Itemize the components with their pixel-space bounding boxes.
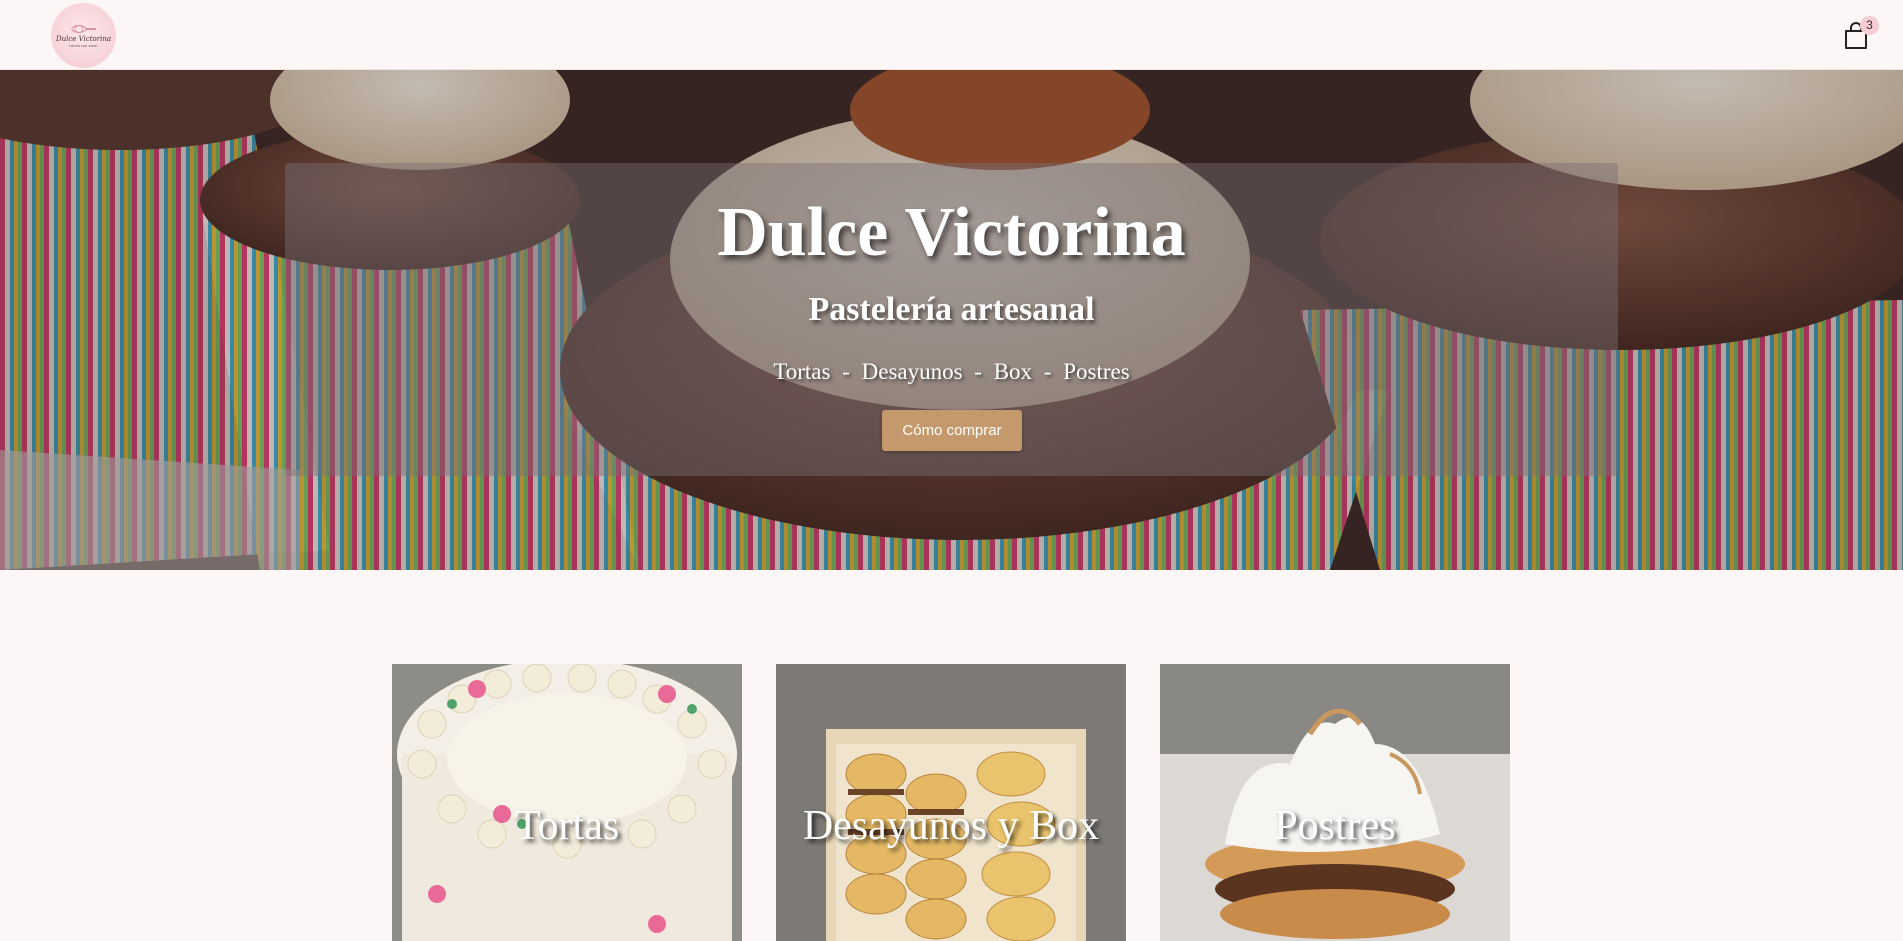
hero-categories-line: Tortas - Desayunos - Box - Postres — [773, 359, 1130, 384]
logo-name: Dulce Victorina — [55, 34, 112, 43]
cart-button[interactable]: 3 — [1841, 16, 1879, 52]
category-card-desayunos-box[interactable]: Desayunos y Box — [776, 664, 1126, 941]
hero-subtitle: Pastelería artesanal — [808, 291, 1095, 328]
category-card-postres[interactable]: Postres — [1160, 664, 1510, 941]
category-label: Postres — [1274, 803, 1396, 849]
cart-count-badge: 3 — [1860, 16, 1879, 35]
logo-tagline: hecho con amor — [69, 43, 98, 48]
site-header: Dulce Victorina hecho con amor 3 — [0, 0, 1903, 70]
hero-banner: Dulce Victorina Pastelería artesanal Tor… — [0, 70, 1903, 570]
how-to-buy-button[interactable]: Cómo comprar — [882, 410, 1022, 451]
hero-title: Dulce Victorina — [717, 194, 1186, 271]
category-label: Desayunos y Box — [802, 803, 1100, 849]
whisk-icon — [71, 24, 96, 33]
brand-logo[interactable]: Dulce Victorina hecho con amor — [51, 3, 116, 68]
category-label: Tortas — [514, 803, 620, 849]
hero-overlay-box: Dulce Victorina Pastelería artesanal Tor… — [285, 163, 1618, 476]
category-card-tortas[interactable]: Tortas — [392, 664, 742, 941]
